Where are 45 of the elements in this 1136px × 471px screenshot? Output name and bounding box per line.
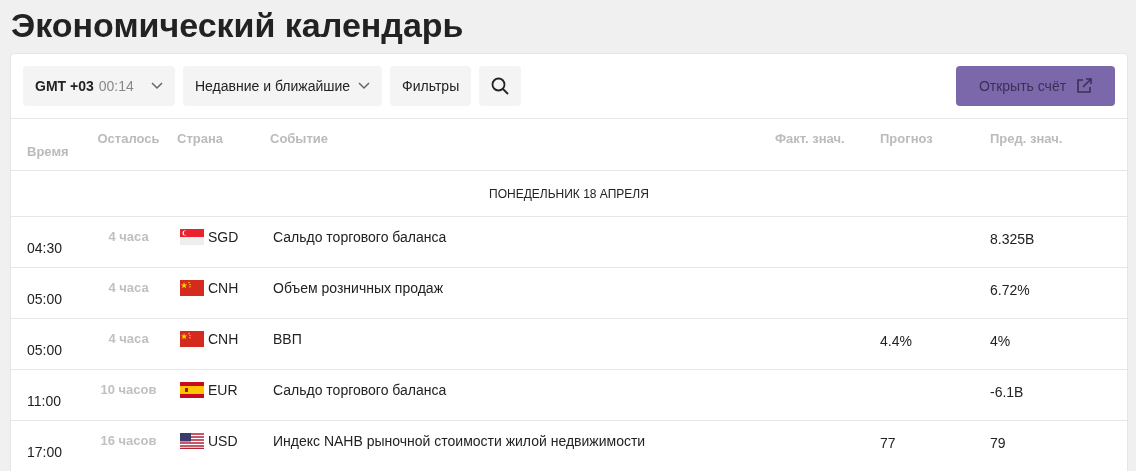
currency-code: SGD [208,227,239,247]
period-label: Недавние и ближайшие [195,76,351,96]
time-cell-text: 17:00 [26,442,64,462]
flag-icon [180,331,204,347]
time-cell-text: 05:00 [26,340,64,360]
search-icon [491,77,510,95]
event-name[interactable]: Сальдо торгового баланса [263,379,775,411]
previous-value: 6.72% [990,281,1031,300]
time-cell-text: 11:00 [26,391,62,411]
remaining-time: 4 часа [107,279,150,298]
external-link-icon [1076,78,1093,94]
time-cell-text: 05:00 [26,289,64,309]
remaining-time: 4 часа [107,228,150,247]
currency-code: EUR [208,380,238,400]
search-button[interactable] [479,66,522,106]
previous-value: 8.325B [990,230,1036,249]
page-title: Экономический календарь [10,5,465,46]
day-header: ПОНЕДЕЛЬНИК 18 АПРЕЛЯ [11,171,1127,217]
clock-time: 00:14 [98,76,134,96]
remaining-time: 10 часов [99,381,158,400]
event-name[interactable]: Объем розничных продаж [263,277,775,309]
event-name[interactable]: ВВП [263,328,775,360]
previous-value: -6.1B [990,383,1025,402]
currency-code: USD [208,431,238,451]
chevron-icon [151,82,163,90]
filters-button[interactable]: Фильтры [390,66,472,106]
flag-icon [180,229,204,245]
forecast-value: 77 [880,434,897,453]
time-cell-text: 04:30 [26,238,64,258]
remaining-time: 16 часов [99,432,158,451]
flag-icon [180,280,204,296]
previous-value: 79 [990,434,1007,453]
event-name[interactable]: Сальдо торгового баланса [263,226,775,258]
remaining-time: 4 часа [107,330,150,349]
timezone-dropdown[interactable]: GMT +03 00:14 [23,66,175,106]
forecast-value: 4.4% [880,332,913,351]
timezone-label: GMT +03 [35,76,94,96]
flag-icon [180,433,204,449]
currency-code: CNH [208,278,239,298]
previous-value: 4% [990,332,1012,351]
event-name[interactable]: Индекс NAHB рыночной стоимости жилой недвижимости [263,430,775,462]
flag-icon [180,382,204,398]
chevron-icon [358,82,371,90]
currency-code: CNH [208,329,239,349]
period-dropdown[interactable]: Недавние и ближайшие [183,66,383,106]
